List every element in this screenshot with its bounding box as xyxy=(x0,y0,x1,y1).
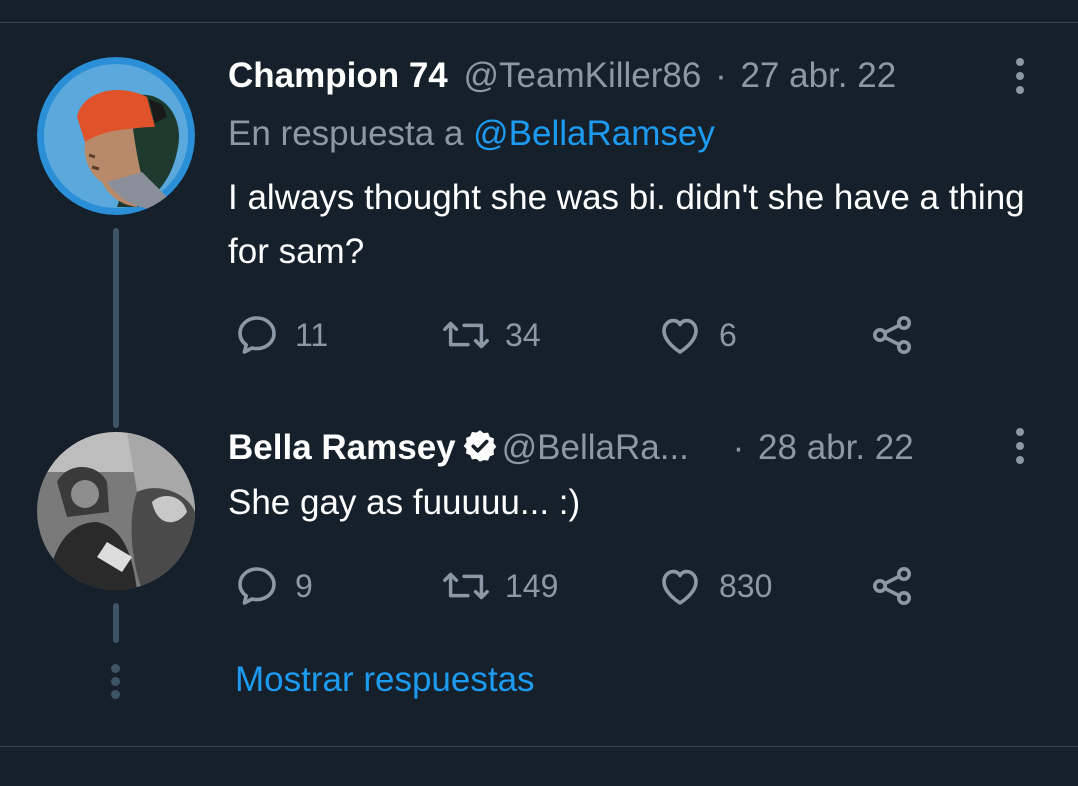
retweet-icon xyxy=(441,311,491,359)
separator: · xyxy=(732,428,745,467)
share-button[interactable] xyxy=(867,562,917,610)
tweet-text: I always thought she was bi. didn't she … xyxy=(228,178,1025,271)
author-handle[interactable]: @BellaRa... xyxy=(502,428,689,467)
reply-button[interactable]: 9 xyxy=(233,562,313,610)
reply-prefix: En respuesta a xyxy=(228,114,474,153)
avatar[interactable] xyxy=(37,57,195,215)
reply-icon xyxy=(233,562,281,610)
reply-mention-link[interactable]: @BellaRamsey xyxy=(473,114,715,153)
share-icon xyxy=(867,311,917,359)
reply-icon xyxy=(233,311,281,359)
retweet-count: 34 xyxy=(505,316,541,353)
like-button[interactable]: 6 xyxy=(655,311,737,359)
more-icon[interactable] xyxy=(1013,428,1027,470)
share-icon xyxy=(867,562,917,610)
reply-count: 11 xyxy=(295,316,329,353)
like-icon xyxy=(655,562,705,610)
more-replies-dots xyxy=(111,664,121,703)
retweet-button[interactable]: 34 xyxy=(441,311,541,359)
tweet-date[interactable]: 28 abr. 22 xyxy=(758,428,914,467)
thread-line xyxy=(113,603,119,643)
top-divider xyxy=(0,22,1078,23)
tweet-date[interactable]: 27 abr. 22 xyxy=(740,56,896,95)
show-replies-link[interactable]: Mostrar respuestas xyxy=(235,660,535,700)
like-count: 6 xyxy=(719,316,737,353)
thread-line xyxy=(113,228,119,428)
tweet-actions: 11 34 6 xyxy=(233,311,933,359)
author-name[interactable]: Champion 74 xyxy=(228,56,448,95)
avatar[interactable] xyxy=(37,432,195,590)
tweet-actions: 9 149 830 xyxy=(233,562,933,610)
retweet-icon xyxy=(441,562,491,610)
like-icon xyxy=(655,311,705,359)
bottom-divider xyxy=(0,746,1078,747)
like-button[interactable]: 830 xyxy=(655,562,772,610)
tweet-header: Bella Ramsey @BellaRa... · 28 abr. 22 xyxy=(228,428,914,473)
author-handle[interactable]: @TeamKiller86 xyxy=(464,56,702,95)
reply-context: En respuesta a @BellaRamsey xyxy=(228,114,715,154)
retweet-count: 149 xyxy=(505,567,559,604)
tweet-header: Champion 74 @TeamKiller86 · 27 abr. 22 xyxy=(228,56,896,96)
reply-count: 9 xyxy=(295,567,313,604)
conversation-thread: Champion 74 @TeamKiller86 · 27 abr. 22 E… xyxy=(0,0,1078,786)
more-icon[interactable] xyxy=(1013,58,1027,100)
reply-button[interactable]: 11 xyxy=(233,311,328,359)
separator: · xyxy=(715,56,727,95)
tweet-text: She gay as fuuuuu... :) xyxy=(228,483,581,522)
retweet-button[interactable]: 149 xyxy=(441,562,558,610)
author-name[interactable]: Bella Ramsey xyxy=(228,428,456,467)
share-button[interactable] xyxy=(867,311,917,359)
verified-badge-icon xyxy=(462,428,498,473)
like-count: 830 xyxy=(719,567,773,604)
